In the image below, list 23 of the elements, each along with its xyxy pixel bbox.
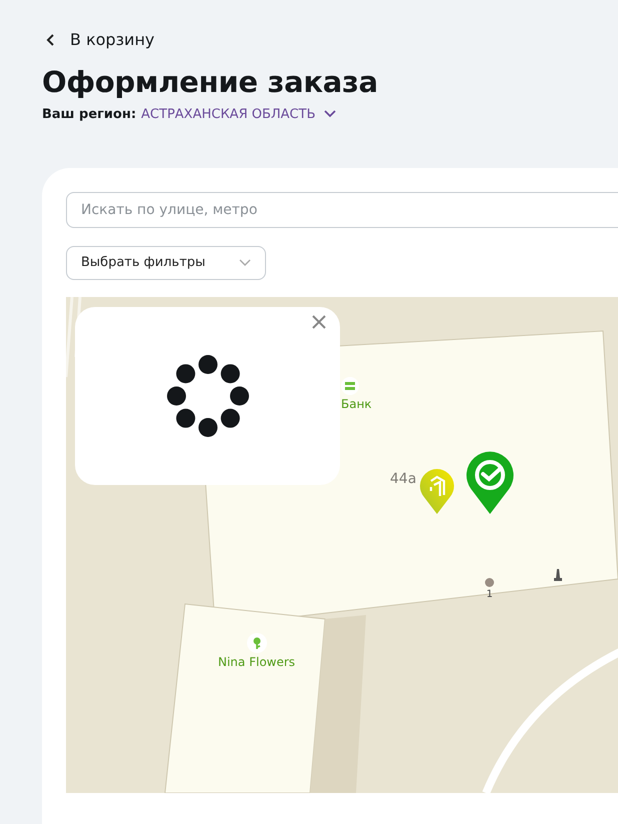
page-title: Оформление заказа xyxy=(42,64,379,98)
chevron-left-icon xyxy=(46,32,56,46)
poi-label: Nina Flowers xyxy=(218,654,296,668)
chevron-down-icon xyxy=(239,258,251,266)
entrance-number: 1 xyxy=(486,588,493,600)
entrance-dot-icon xyxy=(485,578,494,586)
map-pin-icon[interactable] xyxy=(466,450,514,514)
filter-dropdown[interactable]: Выбрать фильтры xyxy=(66,246,266,280)
chevron-down-icon xyxy=(324,110,336,118)
region-label: Ваш регион: xyxy=(42,106,136,122)
close-icon xyxy=(312,314,326,328)
house-number: 44а xyxy=(390,470,416,486)
map-pin-icon[interactable] xyxy=(419,466,455,514)
region-selector[interactable]: АСТРАХАНСКАЯ ОБЛАСТЬ xyxy=(141,106,336,122)
poi-label: Банк xyxy=(341,396,372,410)
search-field[interactable]: Искать по улице, метро xyxy=(66,192,618,228)
bank-icon xyxy=(341,376,359,394)
back-link[interactable]: В корзину xyxy=(46,30,155,49)
loading-spinner-icon xyxy=(166,354,248,436)
close-button[interactable] xyxy=(310,312,328,330)
map[interactable]: Банк 44а 1 Nina Flowers xyxy=(66,296,618,792)
flower-icon xyxy=(246,632,267,652)
monument-icon xyxy=(554,568,562,580)
